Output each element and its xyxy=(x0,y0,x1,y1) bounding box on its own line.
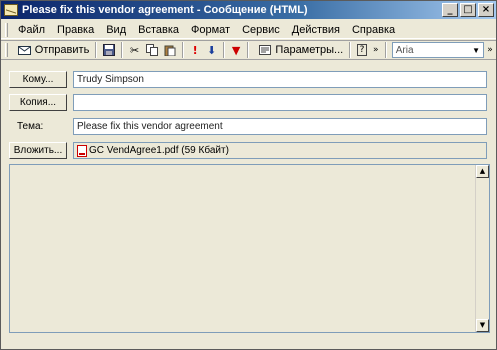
scroll-up-button[interactable]: ▲ xyxy=(476,165,489,178)
menu-tools[interactable]: Сервис xyxy=(236,24,286,36)
subject-label: Тема: xyxy=(17,121,44,132)
toolbar-separator xyxy=(222,42,225,58)
save-icon[interactable] xyxy=(103,43,116,57)
menu-help[interactable]: Справка xyxy=(346,24,401,36)
send-button[interactable]: Отправить xyxy=(12,41,93,59)
window-bottom-edge xyxy=(1,337,496,349)
attach-row: Вложить... GC VendAgree1.pdf (59 Кбайт) xyxy=(9,142,489,159)
importance-high-icon[interactable]: ! xyxy=(190,43,201,57)
to-row: Кому... Trudy Simpson xyxy=(9,71,489,88)
flag-icon[interactable]: ▼ xyxy=(231,43,242,57)
options-icon xyxy=(258,43,272,57)
paste-icon[interactable] xyxy=(164,43,176,57)
subject-field[interactable]: Please fix this vendor agreement xyxy=(73,118,487,135)
envelope-icon xyxy=(4,4,18,16)
chevron-down-icon: ▼ xyxy=(472,45,480,55)
to-button[interactable]: Кому... xyxy=(9,71,67,88)
close-button[interactable]: × xyxy=(478,3,494,17)
vertical-scrollbar[interactable]: ▲ ▼ xyxy=(475,165,489,332)
cut-icon[interactable]: ✂ xyxy=(129,43,140,57)
options-button-label: Параметры... xyxy=(275,44,344,56)
standard-toolbar: Отправить ✂ ! ⬇ ▼ Параметры... ? » Aria … xyxy=(1,40,496,60)
window-title: Please fix this vendor agreement - Сообщ… xyxy=(22,4,308,16)
menu-insert[interactable]: Вставка xyxy=(132,24,185,36)
message-window: Please fix this vendor agreement - Сообщ… xyxy=(0,0,497,350)
minimize-button[interactable]: _ xyxy=(442,3,458,17)
menu-file[interactable]: Файл xyxy=(12,24,51,36)
message-body-text xyxy=(10,165,489,173)
toolbar-overflow-icon[interactable]: » xyxy=(373,43,379,57)
cc-button[interactable]: Копия... xyxy=(9,94,67,111)
importance-low-icon[interactable]: ⬇ xyxy=(206,43,217,57)
message-body[interactable]: ▲ ▼ xyxy=(9,164,490,333)
send-icon xyxy=(18,43,32,57)
toolbar-separator xyxy=(95,42,98,58)
menu-view[interactable]: Вид xyxy=(100,24,132,36)
attachment-item[interactable]: GC VendAgree1.pdf (59 Кбайт) xyxy=(89,143,229,158)
maximize-button[interactable]: □ xyxy=(460,3,476,17)
options-button[interactable]: Параметры... xyxy=(252,41,346,59)
toolbar-separator xyxy=(121,42,124,58)
toolbar-separator xyxy=(349,42,352,58)
cc-row: Копия... xyxy=(9,94,489,111)
menu-bar: Файл Правка Вид Вставка Формат Сервис Де… xyxy=(1,21,496,39)
attachment-list: GC VendAgree1.pdf (59 Кбайт) xyxy=(73,142,487,159)
title-bar[interactable]: Please fix this vendor agreement - Сообщ… xyxy=(1,1,496,19)
font-name-value: Aria xyxy=(395,44,414,56)
toolbar-separator xyxy=(181,42,184,58)
toolbar-overflow-icon[interactable]: » xyxy=(487,43,493,57)
attach-button[interactable]: Вложить... xyxy=(9,142,67,159)
send-button-label: Отправить xyxy=(34,44,90,56)
toolbar-separator xyxy=(384,42,387,58)
toolbar-separator xyxy=(247,42,250,58)
menubar-grip[interactable] xyxy=(5,22,8,37)
toolbar-grip[interactable] xyxy=(5,43,8,57)
cc-field[interactable] xyxy=(73,94,487,111)
pdf-file-icon xyxy=(77,144,87,157)
help-icon[interactable]: ? xyxy=(357,44,367,56)
menu-edit[interactable]: Правка xyxy=(51,24,100,36)
scroll-down-button[interactable]: ▼ xyxy=(476,319,489,332)
to-field[interactable]: Trudy Simpson xyxy=(73,71,487,88)
font-name-select[interactable]: Aria ▼ xyxy=(391,42,484,58)
window-controls: _ □ × xyxy=(442,3,494,17)
menu-actions[interactable]: Действия xyxy=(286,24,346,36)
subject-row: Тема: Please fix this vendor agreement xyxy=(9,118,489,135)
copy-icon[interactable] xyxy=(145,43,158,57)
menu-format[interactable]: Формат xyxy=(185,24,236,36)
